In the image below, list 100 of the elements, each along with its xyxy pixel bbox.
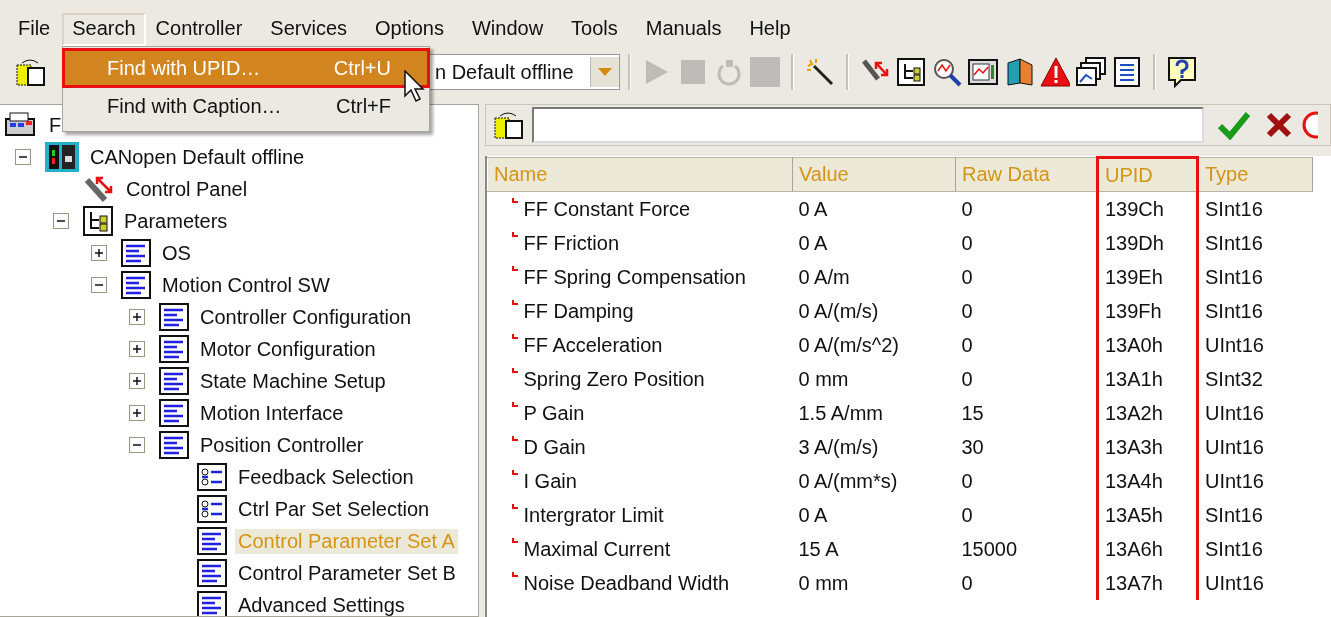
table-cell: FF Constant Force	[523, 197, 691, 221]
device-switch-icon	[494, 110, 524, 140]
toolbar-button[interactable]	[1076, 55, 1106, 89]
expand-button[interactable]	[129, 373, 145, 389]
printer-icon	[4, 111, 38, 139]
tree-item[interactable]: State Machine Setup	[197, 368, 389, 394]
input-field[interactable]	[532, 107, 1204, 143]
table-cell: 0 A	[798, 503, 828, 526]
table-cell: 0 A/m	[798, 265, 850, 288]
collapse-button[interactable]	[91, 277, 107, 293]
menu-item[interactable]: Window	[461, 12, 554, 46]
plus-icon	[132, 408, 142, 418]
checkmark-icon	[1218, 110, 1250, 140]
toolbar-button[interactable]	[1167, 55, 1197, 89]
configuration-dropdown[interactable]: n Default offline	[428, 54, 620, 90]
table-cell: 13A1h	[1105, 367, 1163, 390]
stop-icon	[680, 59, 706, 85]
menu-item[interactable]: Manuals	[635, 12, 732, 46]
windows-icon	[1076, 57, 1106, 87]
table-cell: SInt32	[1205, 367, 1263, 390]
list-icon	[1114, 57, 1140, 87]
list-icon	[159, 431, 189, 459]
toolbar-button[interactable]	[1040, 55, 1070, 89]
menu-item[interactable]: Controller	[145, 12, 253, 46]
plus-icon	[94, 248, 104, 258]
table-cell: SInt16	[1205, 231, 1263, 254]
square-icon	[750, 57, 780, 87]
table-cell: Noise Deadband Width	[523, 571, 730, 595]
menu-item[interactable]: Search	[62, 12, 146, 46]
table-cell: 30	[961, 435, 984, 458]
menu-item[interactable]: Tools	[561, 12, 628, 46]
tree-item[interactable]: Parameters	[121, 208, 231, 234]
table-cell: 0 A/(m/s)	[798, 299, 879, 322]
expand-button[interactable]	[129, 309, 145, 325]
tree-item[interactable]: Motor Configuration	[197, 336, 379, 362]
search-icon	[932, 57, 962, 87]
list-icon	[197, 559, 227, 587]
tree-item[interactable]: Advanced Settings	[235, 592, 408, 616]
table-cell: 1.5 A/mm	[798, 401, 883, 424]
collapse-button[interactable]	[53, 213, 69, 229]
tree-item[interactable]: Ctrl Par Set Selection	[235, 496, 433, 522]
table-cell: P Gain	[523, 401, 585, 425]
toolbar-device-icon	[16, 57, 46, 87]
collapse-button[interactable]	[129, 437, 145, 453]
menu-item[interactable]: Help	[739, 12, 801, 46]
collapse-button[interactable]	[15, 149, 31, 165]
menu-option[interactable]: Find with Caption… Ctrl+F	[65, 89, 427, 123]
table-cell: UInt16	[1205, 401, 1264, 424]
table-cell: 0 A	[798, 231, 828, 254]
tree-item[interactable]: Motion Interface	[197, 400, 347, 426]
table-cell: 13A6h	[1105, 537, 1163, 560]
table-cell: 15 A	[798, 537, 839, 560]
play-icon	[644, 58, 670, 86]
table-cell: 0 A	[798, 197, 828, 220]
expand-button[interactable]	[129, 405, 145, 421]
table-cell: SInt16	[1205, 299, 1263, 322]
list-icon	[159, 367, 189, 395]
toolbar-button[interactable]	[1004, 55, 1034, 89]
tree-item[interactable]: OS	[159, 240, 194, 266]
table-cell: 0	[961, 333, 973, 356]
table-cell: 15000	[961, 537, 1018, 560]
selection-list-icon	[197, 495, 227, 523]
table-cell: 0	[961, 231, 973, 254]
tree-item[interactable]: F	[46, 112, 65, 138]
toolbar-button[interactable]	[896, 55, 926, 89]
table-cell: FF Friction	[523, 231, 620, 255]
table-cell: SInt16	[1205, 197, 1263, 220]
table-cell: 13A4h	[1105, 469, 1163, 492]
list-icon	[159, 335, 189, 363]
expand-button[interactable]	[129, 341, 145, 357]
device-icon	[45, 142, 79, 172]
table-cell: 3 A/(m/s)	[798, 435, 879, 458]
close-icon	[1266, 112, 1292, 138]
table-cell: 0 A/(m/s^2)	[798, 333, 900, 356]
tree-item[interactable]: Controller Configuration	[197, 304, 415, 330]
table-cell: Spring Zero Position	[523, 367, 705, 391]
toolbar-button[interactable]	[1112, 55, 1142, 89]
tree-item[interactable]: Control Panel	[123, 176, 251, 202]
warning-icon	[1040, 57, 1070, 87]
table-cell: FF Spring Compensation	[523, 265, 746, 289]
tree-item[interactable]: Feedback Selection	[235, 464, 417, 490]
menu-item[interactable]: Services	[260, 12, 357, 46]
tree-item[interactable]: Motion Control SW	[159, 272, 333, 298]
help-icon	[1167, 56, 1197, 88]
table-cell: UInt16	[1205, 469, 1264, 492]
table-cell: 0	[961, 197, 973, 220]
table-cell: 139Dh	[1105, 231, 1164, 254]
list-icon	[159, 399, 189, 427]
table-cell: 15	[961, 401, 984, 424]
reset-icon	[715, 58, 743, 86]
table-cell: Maximal Current	[523, 537, 671, 561]
expand-button[interactable]	[91, 245, 107, 261]
plus-icon	[132, 344, 142, 354]
tree-item[interactable]: Position Controller	[197, 432, 367, 458]
menu-item[interactable]: Options	[365, 12, 454, 46]
tree-item[interactable]: CANopen Default offline	[87, 144, 308, 170]
table-cell: 0	[961, 299, 973, 322]
table-cell: 0	[961, 469, 973, 492]
menu-item[interactable]: File	[8, 12, 61, 46]
tree-item[interactable]: Control Parameter Set B	[235, 560, 459, 586]
